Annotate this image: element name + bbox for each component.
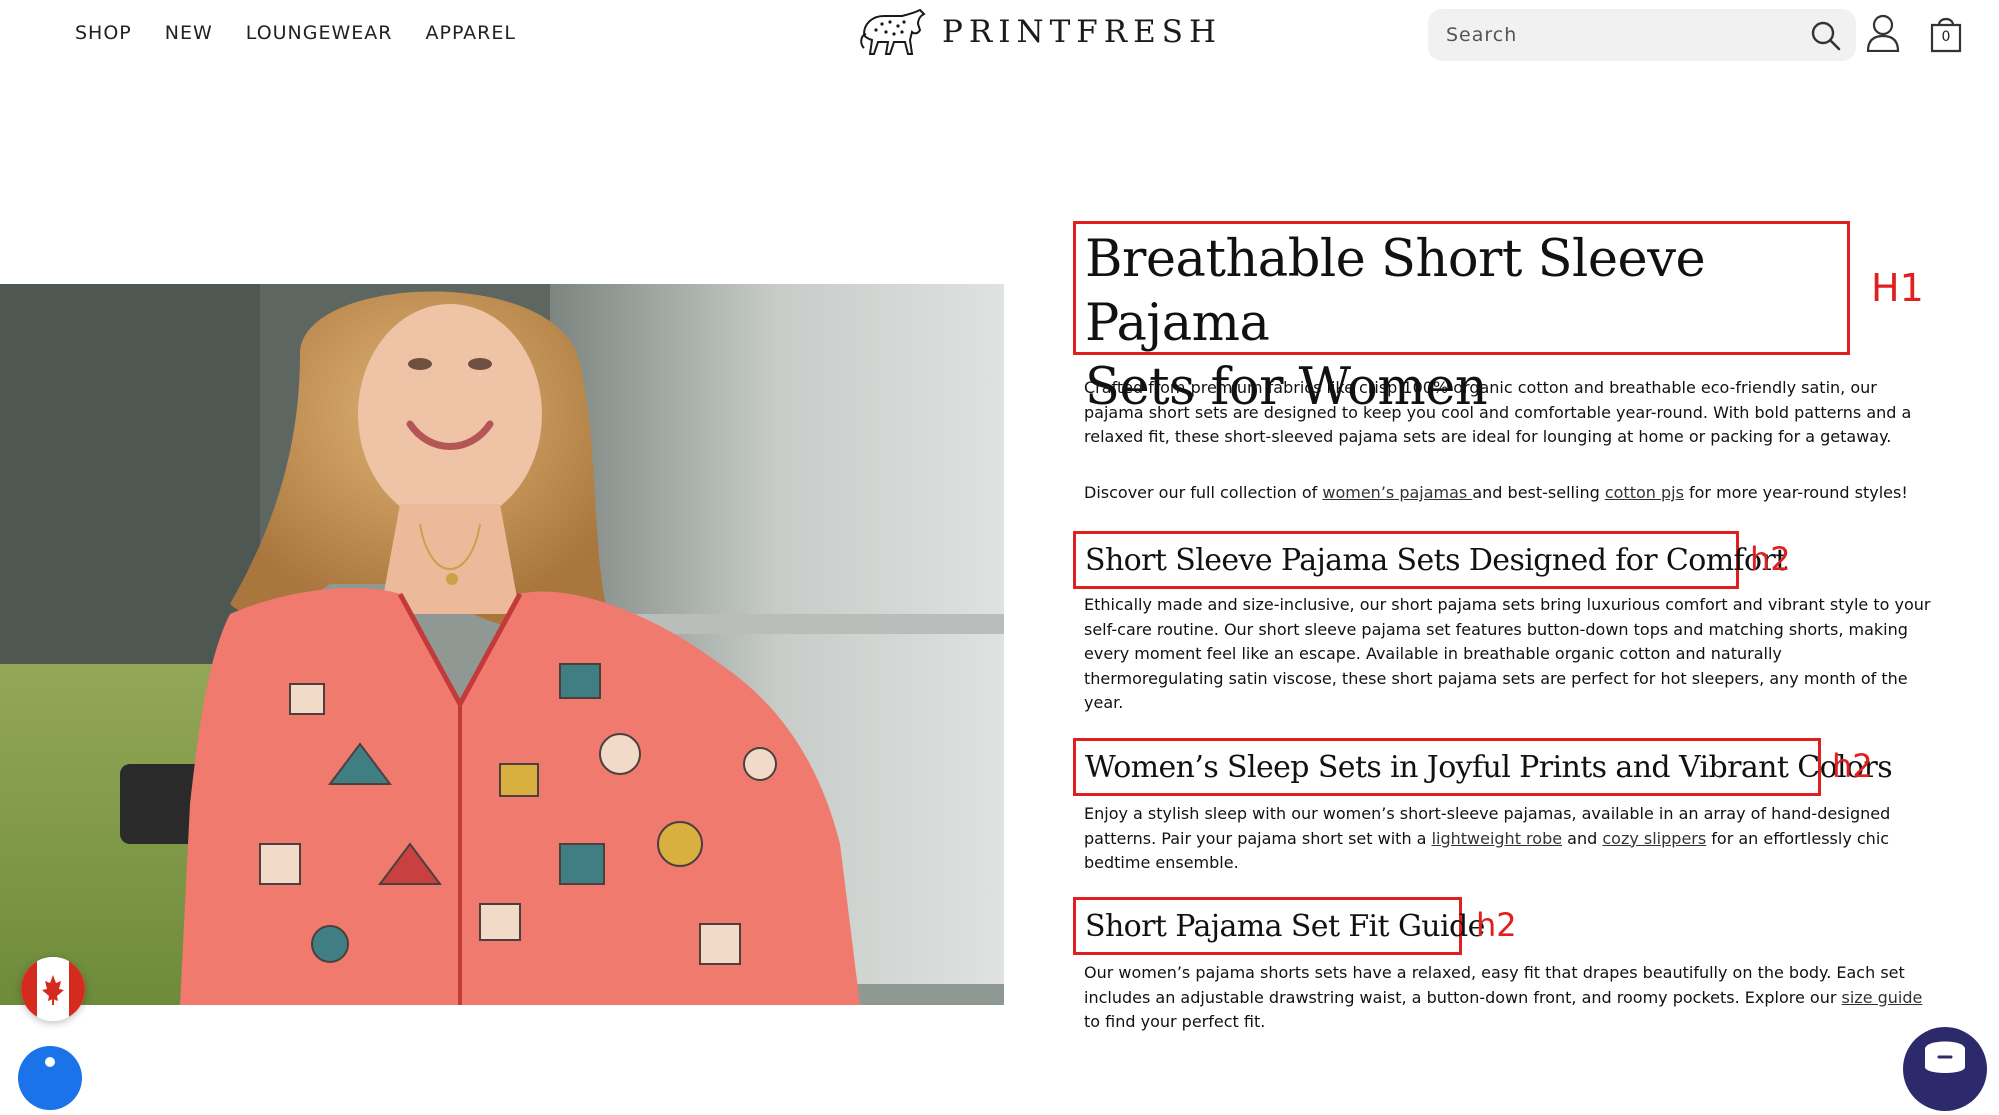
cotton-pjs-link[interactable]: cotton pjs [1605,483,1684,502]
lightweight-robe-link[interactable]: lightweight robe [1432,829,1563,848]
canada-flag-icon [21,957,85,1021]
h2-annotation-box-fit-guide: Short Pajama Set Fit Guide [1073,897,1485,955]
h2-tag-label-prints: h2 [1832,747,1873,785]
heading-comfort: Short Sleeve Pajama Sets Designed for Co… [1085,543,1787,578]
nav-loungewear[interactable]: LOUNGEWEAR [246,22,393,44]
logo-text: PRINTFRESH [942,14,1222,50]
cheetah-logo-icon [860,8,926,55]
prints-paragraph: Enjoy a stylish sleep with our women’s s… [1084,802,1936,876]
fit-line2-before: includes an adjustable drawstring waist,… [1084,987,1842,1007]
logo[interactable]: PRINTFRESH [858,4,1222,60]
accessibility-button[interactable] [18,1046,82,1110]
discover-text-before: Discover our full collection of [1084,483,1323,502]
fit-guide-paragraph: Our women’s pajama shorts sets have a re… [1084,961,1936,1035]
comfort-line4: thermoregulating satin viscose, these sh… [1084,668,1908,688]
prints-line3: bedtime ensemble. [1084,853,1239,872]
search-bar [1428,9,1856,61]
discover-text-after: for more year-round styles! [1683,483,1908,502]
chat-widget-button[interactable] [1903,1027,1987,1111]
intro-line3: relaxed fit, these short-sleeved pajama … [1084,427,1892,446]
prints-line2-before: patterns. Pair your pajama short set wit… [1084,828,1432,848]
womens-pajamas-link[interactable]: women’s pajamas [1322,483,1472,502]
h2-annotation-box-prints: Women’s Sleep Sets in Joyful Prints and … [1073,738,1893,796]
hero-image [0,284,1004,1005]
intro-line1: Crafted from premium fabrics like crisp … [1084,378,1877,397]
comfort-line1: Ethically made and size-inclusive, our s… [1084,595,1931,614]
account-icon[interactable] [1866,14,1900,52]
nav-new[interactable]: NEW [165,22,213,44]
fit-line1: Our women’s pajama shorts sets have a re… [1084,963,1905,982]
prints-line2: patterns. Pair your pajama short set wit… [1084,827,1936,852]
h1-annotation-box: Breathable Short Sleeve Pajama Sets for … [1073,221,1850,417]
comfort-line3: every moment feel like an escape. Availa… [1084,644,1782,663]
discover-text-middle: and best-selling [1472,483,1605,502]
main-nav: SHOP NEW LOUNGEWEAR APPAREL [75,22,516,44]
h2-tag-label-comfort: h2 [1750,540,1791,578]
accessibility-icon [45,1057,55,1067]
country-selector-canada[interactable] [21,957,85,1021]
prints-line1: Enjoy a stylish sleep with our women’s s… [1084,804,1891,823]
size-guide-link[interactable]: size guide [1842,988,1923,1007]
prints-line2-after: for an effortlessly chic [1706,828,1890,848]
chat-bubble-icon [1925,1041,1965,1073]
heading-prints: Women’s Sleep Sets in Joyful Prints and … [1085,750,1893,785]
discover-paragraph: Discover our full collection of women’s … [1084,481,1936,506]
intro-paragraph: Crafted from premium fabrics like crisp … [1084,376,1936,450]
woman-in-pajamas-photo [0,284,1004,1005]
h1-tag-label: H1 [1871,266,1924,310]
h2-annotation-box-comfort: Short Sleeve Pajama Sets Designed for Co… [1073,531,1787,589]
intro-line2: pajama short sets are designed to keep y… [1084,402,1912,422]
comfort-line2: self-care routine. Our short sleeve paja… [1084,619,1908,639]
cart-count: 0 [1941,29,1951,45]
search-input[interactable] [1444,23,1788,47]
comfort-line5: year. [1084,693,1124,712]
heading-fit-guide: Short Pajama Set Fit Guide [1085,909,1485,944]
fit-line3: to find your perfect fit. [1084,1012,1266,1031]
prints-line2-middle: and [1562,828,1603,848]
page-title-line1: Breathable Short Sleeve Pajama [1085,230,1706,353]
cozy-slippers-link[interactable]: cozy slippers [1602,829,1706,848]
fit-line2: includes an adjustable drawstring waist,… [1084,986,1936,1011]
search-icon[interactable] [1810,20,1842,52]
nav-shop[interactable]: SHOP [75,22,132,44]
nav-apparel[interactable]: APPAREL [425,22,516,44]
comfort-paragraph: Ethically made and size-inclusive, our s… [1084,593,1936,716]
h2-tag-label-fit-guide: h2 [1476,906,1517,944]
